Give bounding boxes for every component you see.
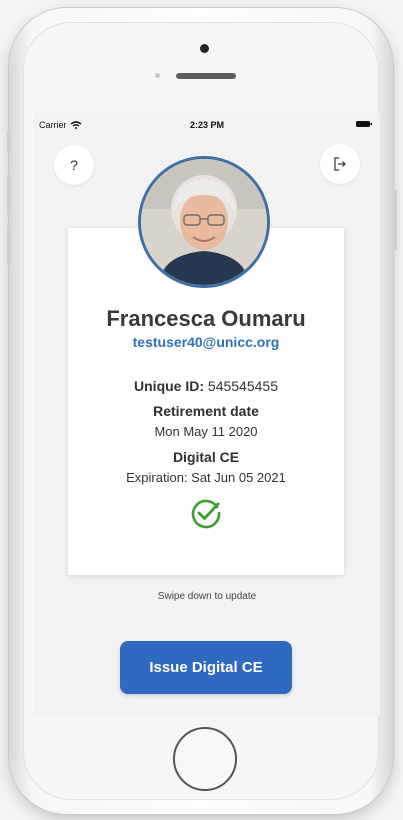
battery-icon [356,121,372,127]
help-button[interactable]: ? [54,145,94,185]
digital-ce-title: Digital CE [172,449,240,465]
check-circle-icon [191,499,221,529]
unique-id: Unique ID: 545545455 [68,378,344,394]
front-camera [200,44,209,53]
earpiece-speaker [176,73,236,79]
user-name: Francesca Oumaru [106,306,306,331]
digital-ce-expiration: Expiration: Sat Jun 05 2021 [126,470,286,485]
avatar [138,156,270,288]
retirement-date-title: Retirement date [153,403,259,419]
logout-icon [334,157,346,171]
user-email[interactable]: testuser40@unicc.org [68,334,344,350]
status-time: 2:23 PM [189,120,224,130]
unique-id-label: Unique ID: [134,378,205,394]
app-screen: Carrier 2:23 PM ? Francesca Oumaru testu… [34,113,380,716]
proximity-sensor [155,73,160,78]
help-icon: ? [70,157,78,173]
logout-button[interactable] [320,144,360,184]
power-button [393,190,397,250]
mute-switch [7,130,11,152]
retirement-date-value: Mon May 11 2020 [154,424,258,439]
swipe-hint: Swipe down to update [157,591,257,602]
volume-up-button [7,175,11,215]
volume-down-button [7,225,11,265]
unique-id-value: 545545455 [207,378,278,394]
issue-digital-ce-button[interactable]: Issue Digital CE [120,641,292,694]
avatar-photo [141,159,267,285]
status-bar: Carrier 2:23 PM [34,113,380,135]
home-button[interactable] [173,727,237,791]
